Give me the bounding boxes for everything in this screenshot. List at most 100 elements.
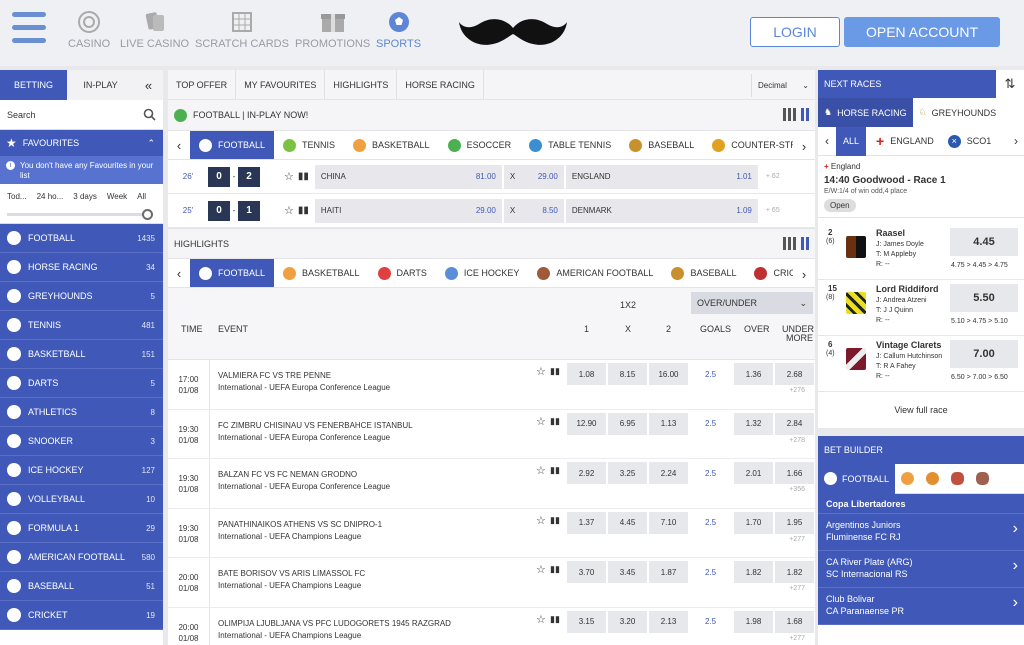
chevron-up-icon[interactable]: ⌃ <box>147 138 155 149</box>
event-name[interactable]: VALMIERA FC VS TRE PENNE <box>218 371 331 380</box>
sidebar-item-snooker[interactable]: SNOOKER 3 <box>0 427 163 456</box>
stats-icon[interactable]: ▮▮ <box>550 465 560 476</box>
sidebar-item-darts[interactable]: DARTS 5 <box>0 369 163 398</box>
hamburger-menu-icon[interactable] <box>12 12 46 48</box>
nav-scratch-cards[interactable]: SCRATCH CARDS <box>195 9 289 50</box>
chevron-right-icon[interactable]: › <box>1014 134 1018 148</box>
tab-horse-racing[interactable]: ♞ HORSE RACING <box>818 98 913 127</box>
odd-button-o1[interactable]: 1.08 <box>567 363 606 385</box>
tab-basketball[interactable]: BASKETBALL <box>344 131 439 159</box>
stats-icon[interactable]: ▮▮ <box>298 171 309 182</box>
time-slider[interactable] <box>7 209 153 220</box>
sort-icon[interactable]: ⇅ <box>996 70 1024 98</box>
odd-button-ox[interactable]: 3.20 <box>608 610 647 633</box>
sidebar-item-cricket[interactable]: CRICKET 19 <box>0 601 163 630</box>
tab-esoccer[interactable]: ESOCCER <box>439 131 521 159</box>
star-icon[interactable]: ☆ <box>536 613 546 626</box>
grid-view-icon[interactable] <box>783 237 809 250</box>
stats-icon[interactable]: ▮▮ <box>550 614 560 625</box>
favourites-header[interactable]: ★ FAVOURITES ⌃ <box>0 130 163 156</box>
odd-button-ov[interactable]: 2.01 <box>734 462 773 484</box>
bet-builder-match[interactable]: Argentinos Juniors Fluminense FC RJ › <box>818 514 1024 551</box>
odd-button-ov[interactable]: 1.36 <box>734 363 773 385</box>
odd-button-ox[interactable]: 3.25 <box>608 462 647 484</box>
basketball-icon[interactable] <box>926 472 940 485</box>
tab-table-tennis[interactable]: TABLE TENNIS <box>520 131 620 159</box>
event-name[interactable]: BALZAN FC VS FC NEMAN GRODNO <box>218 470 357 479</box>
sidebar-item-basketball[interactable]: BASKETBALL 151 <box>0 340 163 369</box>
open-account-button[interactable]: OPEN ACCOUNT <box>844 17 1000 47</box>
odd-button-un[interactable]: 1.82 <box>775 561 814 583</box>
star-icon[interactable]: ☆ <box>536 563 546 576</box>
runner-odd-button[interactable]: 4.45 <box>950 228 1018 256</box>
more-markets-link[interactable]: +277 <box>789 536 805 543</box>
sidebar-item-ice-hockey[interactable]: ICE HOCKEY 127 <box>0 456 163 485</box>
star-icon[interactable]: ☆ <box>284 170 294 183</box>
tab-highlights[interactable]: HIGHLIGHTS <box>325 70 398 99</box>
search-input[interactable]: Search <box>7 110 36 120</box>
odd-button-un[interactable]: 1.68 <box>775 610 814 633</box>
odd-button-ov[interactable]: 1.32 <box>734 412 773 435</box>
rugby-icon[interactable] <box>976 472 990 485</box>
tab-football[interactable]: FOOTBALL <box>190 259 275 287</box>
odd-button-o2[interactable]: 1.13 <box>649 412 688 435</box>
race-title[interactable]: 14:40 Goodwood - Race 1 <box>824 175 1018 186</box>
filter-week[interactable]: Week <box>107 192 127 223</box>
sidebar-item-football[interactable]: FOOTBALL 1435 <box>0 224 163 253</box>
odd-button-o1[interactable]: 2.92 <box>567 462 606 484</box>
more-markets-link[interactable]: +278 <box>789 437 805 444</box>
tab-betting[interactable]: BETTING <box>0 70 67 100</box>
search-box[interactable]: Search <box>0 100 163 130</box>
odd-button-ov[interactable]: 1.98 <box>734 610 773 633</box>
filter-24h[interactable]: 24 ho... <box>37 192 64 223</box>
sidebar-item-american-football[interactable]: AMERICAN FOOTBALL 580 <box>0 543 163 572</box>
star-icon[interactable]: ☆ <box>536 464 546 477</box>
odd-button-o2[interactable]: 2.13 <box>649 610 688 633</box>
stats-icon[interactable]: ▮▮ <box>298 205 309 216</box>
sidebar-item-greyhounds[interactable]: GREYHOUNDS 5 <box>0 282 163 311</box>
collapse-icon[interactable]: « <box>134 70 163 100</box>
sidebar-item-baseball[interactable]: BASEBALL 51 <box>0 572 163 601</box>
stats-icon[interactable]: ▮▮ <box>550 564 560 575</box>
star-icon[interactable]: ☆ <box>536 514 546 527</box>
american-football-icon[interactable] <box>951 472 965 485</box>
tab-in-play[interactable]: IN-PLAY <box>67 70 134 100</box>
tab-greyhounds[interactable]: ♘ GREYHOUNDS <box>912 98 1024 127</box>
event-name[interactable]: OLIMPIJA LJUBLJANA VS PFC LUDOGORETS 194… <box>218 619 451 628</box>
sidebar-item-formula-1[interactable]: FORMULA 1 29 <box>0 514 163 543</box>
basketball-icon[interactable] <box>901 472 915 485</box>
odd-button-ox[interactable]: 3.45 <box>608 561 647 583</box>
sidebar-item-athletics[interactable]: ATHLETICS 8 <box>0 398 163 427</box>
odd-button-o1[interactable]: 3.15 <box>567 610 606 633</box>
tab-baseball[interactable]: BASEBALL <box>662 259 745 287</box>
more-markets-link[interactable]: +276 <box>789 387 805 394</box>
more-markets-link[interactable]: + 65 <box>766 207 780 214</box>
tab-top-offer[interactable]: TOP OFFER <box>168 70 237 99</box>
grid-view-icon[interactable] <box>783 108 809 121</box>
away-odd-button[interactable]: DENMARK 1.09 <box>565 198 758 223</box>
nav-promotions[interactable]: PROMOTIONS <box>295 9 370 50</box>
odd-button-ov[interactable]: 1.82 <box>734 561 773 583</box>
star-icon[interactable]: ☆ <box>536 415 546 428</box>
odd-button-un[interactable]: 1.95 <box>775 511 814 534</box>
odd-button-o1[interactable]: 3.70 <box>567 561 606 583</box>
odd-button-ox[interactable]: 4.45 <box>608 511 647 534</box>
login-button[interactable]: LOGIN <box>750 17 840 47</box>
country-scotland[interactable]: × SCO1 <box>947 134 991 148</box>
bb-tab-football[interactable]: FOOTBALL <box>818 463 896 494</box>
more-markets-link[interactable]: +277 <box>789 585 805 592</box>
draw-odd-button[interactable]: X 8.50 <box>503 198 564 223</box>
bet-builder-match[interactable]: CA River Plate (ARG) SC Internacional RS › <box>818 551 1024 588</box>
odd-button-ox[interactable]: 6.95 <box>608 412 647 435</box>
tab-my-favourites[interactable]: MY FAVOURITES <box>236 70 326 99</box>
away-odd-button[interactable]: ENGLAND 1.01 <box>565 164 758 189</box>
star-icon[interactable]: ☆ <box>284 204 294 217</box>
odd-button-un[interactable]: 2.84 <box>775 412 814 435</box>
tab-horse-racing[interactable]: HORSE RACING <box>397 70 484 99</box>
odd-button-un[interactable]: 1.66 <box>775 462 814 484</box>
nav-casino[interactable]: CASINO <box>68 9 110 50</box>
chevron-right-icon[interactable]: › <box>793 259 815 287</box>
filter-3days[interactable]: 3 days <box>73 192 97 223</box>
odd-button-o2[interactable]: 16.00 <box>649 363 688 385</box>
tab-tennis[interactable]: TENNIS <box>274 131 344 159</box>
